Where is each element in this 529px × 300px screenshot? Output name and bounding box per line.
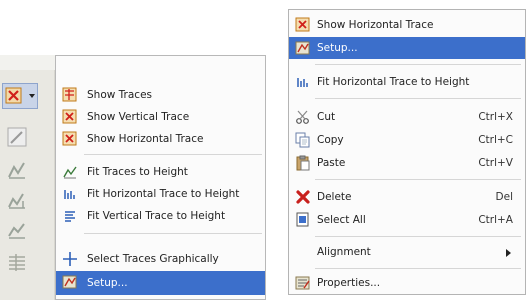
menu-item-label: Fit Vertical Trace to Height [87,210,226,222]
menu-item-alignment[interactable]: Alignment [289,241,525,263]
menu-item-paste[interactable]: Paste Ctrl+V [289,152,525,174]
show-traces-icon [62,87,77,102]
submenu-arrow-icon [506,249,511,257]
menu-separator [315,64,521,65]
fit-horizontal-trace-icon [8,193,25,209]
vertical-toolbar [0,70,55,300]
menu-item-fit-horizontal-trace[interactable]: Fit Horizontal Trace to Height [289,71,525,93]
fit-horizontal-trace-icon [297,78,308,87]
dropdown-arrow-icon[interactable] [29,94,35,98]
menu-item-label: Fit Horizontal Trace to Height [87,188,240,200]
menu-item-shortcut: Ctrl+A [478,214,513,226]
menu-item-label: Alignment [317,246,371,258]
menu-item-fit-vertical-trace[interactable]: Fit Vertical Trace to Height [56,205,265,227]
menu-item-show-vertical-trace[interactable]: Show Vertical Trace [56,106,265,128]
menu-separator [315,236,521,237]
menu-item-label: Properties... [317,277,381,289]
traces-context-menu: Show Traces Show Vertical Trace Show Hor… [55,55,266,300]
setup-icon [295,41,310,55]
menu-item-label: Show Vertical Trace [87,111,190,123]
menu-item-select-traces-graphically[interactable]: Select Traces Graphically [56,248,265,270]
menu-item-label: Select All [317,214,366,226]
menu-separator [84,154,262,155]
menu-item-shortcut: Ctrl+V [478,157,513,169]
pencil-icon [7,127,27,147]
menu-item-fit-horizontal-trace[interactable]: Fit Horizontal Trace to Height [56,183,265,205]
fit-vertical-trace-icon [8,223,25,239]
menu-item-properties[interactable]: Properties... [289,272,525,294]
menu-item-label: Setup... [87,277,128,289]
context-menu: Show Horizontal Trace Setup... Fit Horiz… [288,9,526,295]
menu-item-label: Cut [317,111,336,123]
fit-traces-icon [8,162,25,179]
menu-item-label: Fit Horizontal Trace to Height [317,76,470,88]
toolbar-fit-traces-button[interactable] [4,158,30,182]
fit-traces-icon [63,166,77,179]
menu-item-shortcut: Ctrl+C [478,134,513,146]
menu-item-label: Select Traces Graphically [87,253,219,265]
setup-icon [62,275,77,289]
menu-item-copy[interactable]: Copy Ctrl+C [289,129,525,151]
properties-icon [295,276,310,290]
menu-item-label: Setup... [317,42,358,54]
show-vertical-trace-icon [62,109,77,124]
menu-item-shortcut: Ctrl+X [478,111,513,123]
menu-item-show-horizontal-trace[interactable]: Show Horizontal Trace [289,14,525,36]
menu-item-label: Fit Traces to Height [87,166,188,178]
toolbar-top-strip [0,55,54,70]
menu-item-show-traces[interactable]: Show Traces [56,84,265,106]
fit-horizontal-trace-icon [64,190,75,199]
menu-separator [84,233,262,234]
crosshair-icon [63,252,77,266]
left-screenshot: Show Traces Show Vertical Trace Show Hor… [0,55,266,300]
traces-toolbar-icon [5,87,22,104]
traces-dropdown-button[interactable] [2,83,38,109]
menu-item-fit-traces[interactable]: Fit Traces to Height [56,161,265,183]
menu-item-label: Copy [317,134,344,146]
delete-icon [296,190,310,204]
menu-item-shortcut: Del [495,191,513,203]
paste-icon [296,155,310,171]
menu-item-delete[interactable]: Delete Del [289,186,525,208]
menu-item-label: Delete [317,191,352,203]
menu-item-label: Show Horizontal Trace [317,19,434,31]
select-traces-icon [9,254,25,271]
menu-item-select-all[interactable]: Select All Ctrl+A [289,209,525,231]
menu-item-setup[interactable]: Setup... [289,37,525,59]
menu-item-cut[interactable]: Cut Ctrl+X [289,106,525,128]
toolbar-fit-horizontal-button[interactable] [4,188,30,212]
fit-vertical-trace-icon [65,211,75,222]
toolbar-edit-button[interactable] [4,125,30,149]
show-horizontal-trace-icon [62,131,77,146]
menu-item-label: Show Horizontal Trace [87,133,204,145]
copy-icon [295,132,310,148]
menu-separator [315,179,521,180]
menu-item-show-horizontal-trace[interactable]: Show Horizontal Trace [56,128,265,150]
menu-item-label: Paste [317,157,346,169]
menu-item-setup[interactable]: Setup... [56,271,265,295]
select-all-icon [296,212,309,227]
menu-separator [315,268,521,269]
menu-separator [315,98,521,99]
scissors-icon [296,110,309,124]
toolbar-select-traces-button[interactable] [4,250,30,274]
show-horizontal-trace-icon [295,17,310,32]
toolbar-fit-vertical-button[interactable] [4,218,30,242]
menu-item-label: Show Traces [87,89,152,101]
